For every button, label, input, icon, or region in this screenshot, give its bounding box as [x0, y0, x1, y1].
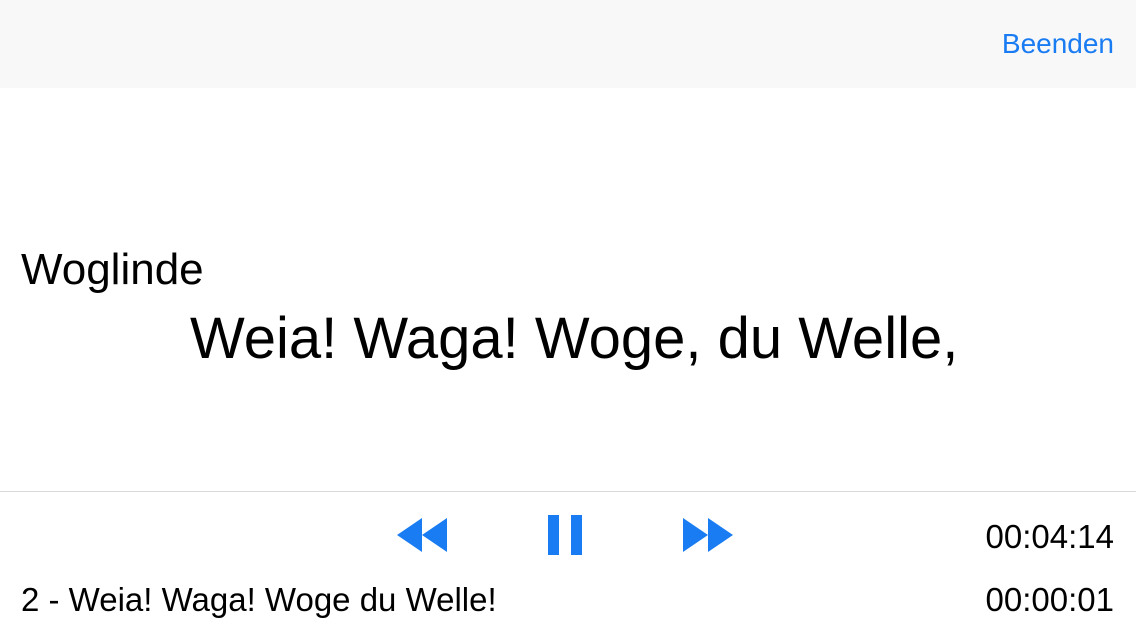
pause-button[interactable] [548, 515, 582, 555]
rewind-button[interactable] [397, 518, 447, 552]
top-navigation-bar: Beenden [0, 0, 1136, 88]
rewind-icon [397, 518, 447, 552]
libretto-line: Weia! Waga! Woge, du Welle, [190, 306, 959, 371]
done-button[interactable]: Beenden [1002, 26, 1114, 62]
elapsed-time: 00:00:01 [985, 581, 1114, 618]
speaker-name: Woglinde [21, 245, 204, 294]
track-title: 2 - Weia! Waga! Woge du Welle! [21, 581, 497, 618]
fast-forward-button[interactable] [683, 518, 733, 552]
total-time: 00:04:14 [985, 518, 1114, 555]
divider [0, 491, 1136, 492]
fast-forward-icon [683, 518, 733, 552]
pause-icon [548, 515, 582, 555]
